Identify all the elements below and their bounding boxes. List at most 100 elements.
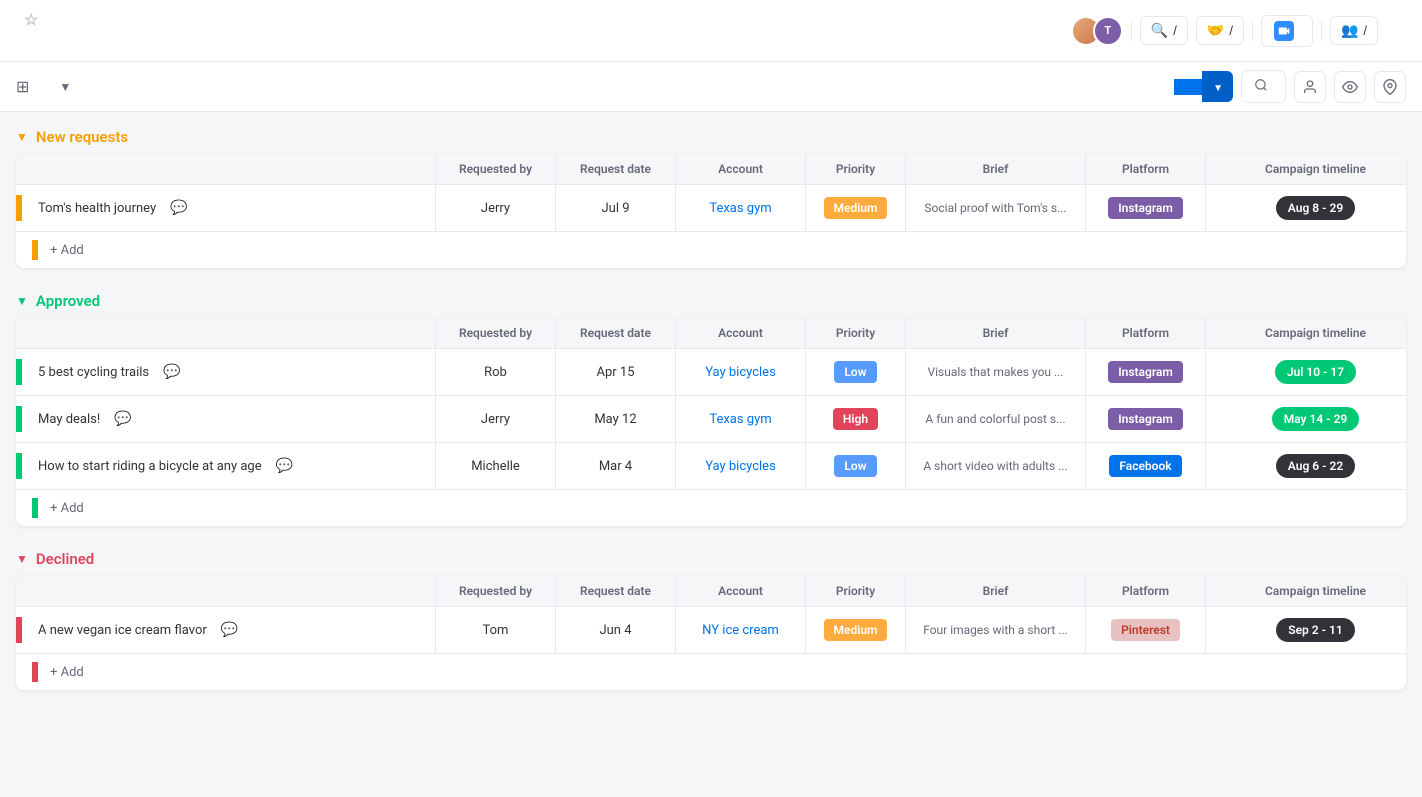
divider-2	[1252, 21, 1253, 41]
priority-badge: Medium	[824, 619, 888, 641]
group-header-approved[interactable]: ▼ Approved	[16, 292, 1406, 310]
col-header-5: Brief	[906, 318, 1086, 348]
col-header-4: Priority	[806, 154, 906, 184]
group-title-declined: Declined	[36, 550, 94, 568]
zoom-call-button[interactable]	[1261, 15, 1313, 47]
new-item-main[interactable]	[1174, 79, 1202, 95]
platform-cell[interactable]: Facebook	[1086, 443, 1206, 489]
account-cell[interactable]: Yay bicycles	[676, 443, 806, 489]
priority-cell[interactable]: Low	[806, 443, 906, 489]
col-header-6: Platform	[1086, 154, 1206, 184]
comment-icon[interactable]: 💬	[114, 411, 131, 427]
request-date-cell: Mar 4	[556, 443, 676, 489]
main-table-button[interactable]: ▼	[37, 74, 81, 100]
col-header-1: Requested by	[436, 576, 556, 606]
group-header-declined[interactable]: ▼ Declined	[16, 550, 1406, 568]
account-cell[interactable]: NY ice cream	[676, 607, 806, 653]
avatar-2: T	[1093, 16, 1123, 46]
brief-cell: A short video with adults ...	[906, 443, 1086, 489]
item-name-cell: Tom's health journey 💬	[16, 185, 436, 231]
color-bar	[16, 195, 22, 221]
color-bar	[16, 359, 22, 385]
col-header-5: Brief	[906, 576, 1086, 606]
priority-badge: Low	[834, 455, 876, 477]
platform-cell[interactable]: Instagram	[1086, 349, 1206, 395]
add-row[interactable]: + Add	[16, 654, 1406, 690]
toolbar: ⊞ ▼ ▼	[0, 62, 1422, 112]
item-name: Tom's health journey	[38, 201, 156, 216]
platform-cell[interactable]: Instagram	[1086, 396, 1206, 442]
group-declined: ▼ Declined Requested byRequest dateAccou…	[16, 550, 1406, 690]
add-label[interactable]: + Add	[50, 243, 84, 258]
group-title-new-requests: New requests	[36, 128, 128, 146]
comment-icon[interactable]: 💬	[170, 200, 187, 216]
person-icon-btn[interactable]	[1294, 71, 1326, 103]
pin-icon-btn[interactable]	[1374, 71, 1406, 103]
requested-by-cell: Jerry	[436, 185, 556, 231]
item-name: How to start riding a bicycle at any age	[38, 459, 262, 474]
chevron-down-icon-white: ▼	[1213, 83, 1223, 94]
priority-cell[interactable]: Low	[806, 349, 906, 395]
brief-cell: A fun and colorful post s...	[906, 396, 1086, 442]
account-cell[interactable]: Yay bicycles	[676, 349, 806, 395]
brief-cell: Four images with a short ...	[906, 607, 1086, 653]
col-header-7: Campaign timeline	[1206, 576, 1406, 606]
timeline-cell: Aug 6 - 22	[1206, 443, 1406, 489]
request-date-cell: May 12	[556, 396, 676, 442]
timeline-cell: Aug 8 - 29	[1206, 185, 1406, 231]
add-label[interactable]: + Add	[50, 665, 84, 680]
platform-cell[interactable]: Pinterest	[1086, 607, 1206, 653]
divider-1	[1131, 21, 1132, 41]
table-row: May deals! 💬 JerryMay 12Texas gymHighA f…	[16, 396, 1406, 443]
add-row[interactable]: + Add	[16, 232, 1406, 268]
requested-by-cell: Michelle	[436, 443, 556, 489]
notification-btn[interactable]: 🔍 /	[1140, 16, 1188, 45]
add-color-bar	[32, 662, 38, 682]
user-count-btn[interactable]: 👥 /	[1330, 16, 1378, 45]
invite-btn[interactable]: 🤝 /	[1196, 16, 1244, 45]
search-button[interactable]	[1241, 70, 1286, 103]
account-link[interactable]: Texas gym	[709, 201, 771, 216]
account-link[interactable]: Texas gym	[709, 412, 771, 427]
platform-badge: Instagram	[1108, 408, 1183, 430]
request-date-cell: Jul 9	[556, 185, 676, 231]
table-row: Tom's health journey 💬 JerryJul 9 Texas g…	[16, 185, 1406, 232]
new-item-button[interactable]: ▼	[1174, 71, 1233, 102]
add-row[interactable]: + Add	[16, 490, 1406, 526]
comment-icon[interactable]: 💬	[163, 364, 180, 380]
group-chevron-icon: ▼	[16, 294, 28, 308]
account-cell[interactable]: Texas gym	[676, 396, 806, 442]
account-link[interactable]: Yay bicycles	[705, 365, 776, 380]
col-header-0	[16, 318, 436, 348]
notification-icon: 🔍	[1151, 22, 1168, 39]
invite-count: /	[1229, 23, 1233, 38]
account-link[interactable]: NY ice cream	[702, 623, 779, 638]
platform-cell[interactable]: Instagram	[1086, 185, 1206, 231]
new-item-dropdown[interactable]: ▼	[1202, 71, 1233, 102]
account-cell[interactable]: Texas gym	[676, 185, 806, 231]
col-header-0	[16, 576, 436, 606]
activities-button[interactable]	[1386, 26, 1406, 36]
star-icon[interactable]: ☆	[24, 10, 38, 29]
col-header-7: Campaign timeline	[1206, 154, 1406, 184]
priority-cell[interactable]: High	[806, 396, 906, 442]
chevron-down-icon: ▼	[59, 80, 71, 94]
user-icon: 👥	[1341, 22, 1358, 39]
add-label[interactable]: + Add	[50, 501, 84, 516]
priority-cell[interactable]: Medium	[806, 607, 906, 653]
col-header-1: Requested by	[436, 318, 556, 348]
account-link[interactable]: Yay bicycles	[705, 459, 776, 474]
timeline-badge: May 14 - 29	[1272, 407, 1360, 431]
add-color-bar	[32, 240, 38, 260]
col-header-3: Account	[676, 576, 806, 606]
col-header-3: Account	[676, 318, 806, 348]
priority-cell[interactable]: Medium	[806, 185, 906, 231]
brief-text: A fun and colorful post s...	[925, 412, 1065, 426]
eye-icon-btn[interactable]	[1334, 71, 1366, 103]
table-header-row: Requested byRequest dateAccountPriorityB…	[16, 318, 1406, 349]
comment-icon[interactable]: 💬	[221, 622, 238, 638]
color-bar	[16, 453, 22, 479]
zoom-icon	[1274, 21, 1294, 41]
group-header-new-requests[interactable]: ▼ New requests	[16, 128, 1406, 146]
comment-icon[interactable]: 💬	[276, 458, 293, 474]
